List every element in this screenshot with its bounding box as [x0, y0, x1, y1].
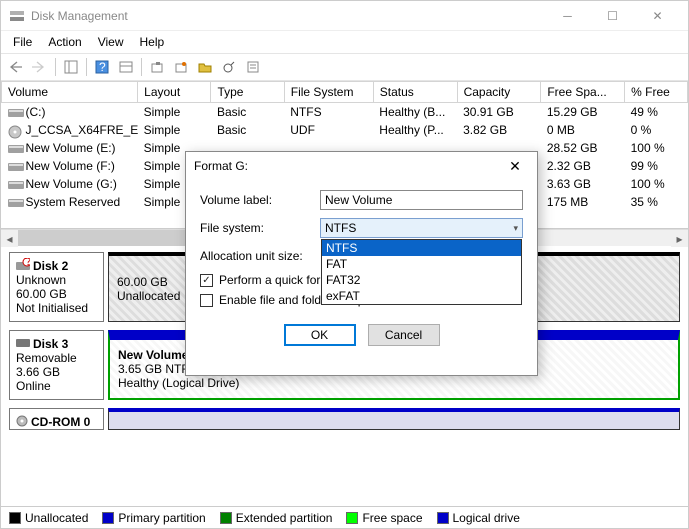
- ok-button[interactable]: OK: [284, 324, 356, 346]
- svg-text:?: ?: [25, 258, 30, 268]
- open-icon[interactable]: [194, 56, 216, 78]
- disk-state: Not Initialised: [16, 301, 97, 315]
- table-row[interactable]: (C:)SimpleBasicNTFSHealthy (B...30.91 GB…: [2, 103, 688, 122]
- disk-info: CD-ROM 0: [9, 408, 104, 430]
- view-icon[interactable]: [115, 56, 137, 78]
- fs-option-ntfs[interactable]: NTFS: [322, 240, 521, 256]
- disk-state: Online: [16, 379, 97, 393]
- cd-icon: [16, 415, 28, 427]
- label-fs: File system:: [200, 221, 320, 235]
- back-button[interactable]: [5, 56, 27, 78]
- scroll-left-button[interactable]: ◂: [1, 230, 18, 247]
- cancel-button[interactable]: Cancel: [368, 324, 440, 346]
- menu-view[interactable]: View: [90, 32, 132, 52]
- compression-checkbox[interactable]: [200, 294, 213, 307]
- label-volume: Volume label:: [200, 193, 320, 207]
- refresh-icon[interactable]: [218, 56, 240, 78]
- toolbar: ?: [1, 53, 688, 81]
- fs-option-fat32[interactable]: FAT32: [322, 272, 521, 288]
- cd-icon: [8, 125, 22, 135]
- format-dialog: Format G: ✕ Volume label: File system: N…: [185, 151, 538, 376]
- titlebar: Disk Management ─ ☐ ✕: [1, 1, 688, 31]
- file-system-select[interactable]: NTFS ▾ NTFS FAT FAT32 exFAT: [320, 218, 523, 238]
- col-free[interactable]: Free Spa...: [541, 82, 625, 103]
- disk-mgmt-icon: [9, 8, 25, 24]
- drive-icon: [8, 143, 22, 153]
- quick-format-checkbox[interactable]: ✓: [200, 274, 213, 287]
- fs-option-fat[interactable]: FAT: [322, 256, 521, 272]
- menu-help[interactable]: Help: [132, 32, 173, 52]
- action2-icon[interactable]: [170, 56, 192, 78]
- disk-type: Unknown: [16, 273, 97, 287]
- disk-size: 3.66 GB: [16, 365, 97, 379]
- col-type[interactable]: Type: [211, 82, 284, 103]
- disk-size: 60.00 GB: [16, 287, 97, 301]
- drive-icon: [16, 337, 30, 349]
- disk-info: Disk 3 Removable 3.66 GB Online: [9, 330, 104, 400]
- disk-name: CD-ROM 0: [31, 415, 90, 429]
- window-title: Disk Management: [31, 9, 545, 23]
- menu-file[interactable]: File: [5, 32, 40, 52]
- forward-button[interactable]: [29, 56, 51, 78]
- drive-icon: [8, 161, 22, 171]
- col-capacity[interactable]: Capacity: [457, 82, 541, 103]
- drive-icon: [8, 179, 22, 189]
- help-icon[interactable]: ?: [91, 56, 113, 78]
- legend: Unallocated Primary partition Extended p…: [1, 506, 688, 528]
- drive-icon: [8, 107, 22, 117]
- properties-icon[interactable]: [242, 56, 264, 78]
- label-alloc: Allocation unit size:: [200, 249, 320, 263]
- dialog-close-button[interactable]: ✕: [501, 158, 529, 175]
- disk-info: ?Disk 2 Unknown 60.00 GB Not Initialised: [9, 252, 104, 322]
- col-layout[interactable]: Layout: [138, 82, 211, 103]
- menubar: File Action View Help: [1, 31, 688, 53]
- disk-row-cdrom[interactable]: CD-ROM 0: [9, 408, 680, 430]
- maximize-button[interactable]: ☐: [590, 1, 635, 31]
- dialog-titlebar: Format G: ✕: [186, 152, 537, 180]
- close-button[interactable]: ✕: [635, 1, 680, 31]
- volume-label-input[interactable]: [320, 190, 523, 210]
- dialog-title: Format G:: [194, 159, 501, 173]
- disk-name: Disk 2: [33, 259, 68, 273]
- show-tree-button[interactable]: [60, 56, 82, 78]
- disk-type: Removable: [16, 351, 97, 365]
- scroll-right-button[interactable]: ▸: [671, 230, 688, 247]
- minimize-button[interactable]: ─: [545, 1, 590, 31]
- menu-action[interactable]: Action: [40, 32, 89, 52]
- fs-option-exfat[interactable]: exFAT: [322, 288, 521, 304]
- col-pct[interactable]: % Free: [625, 82, 688, 103]
- help-overlay-icon: ?: [16, 258, 30, 272]
- action1-icon[interactable]: [146, 56, 168, 78]
- chevron-down-icon: ▾: [513, 223, 518, 234]
- col-fs[interactable]: File System: [284, 82, 373, 103]
- drive-icon: [8, 197, 22, 207]
- file-system-dropdown: NTFS FAT FAT32 exFAT: [321, 239, 522, 305]
- svg-text:?: ?: [99, 60, 106, 74]
- disk-name: Disk 3: [33, 337, 68, 351]
- col-status[interactable]: Status: [373, 82, 457, 103]
- table-row[interactable]: J_CCSA_X64FRE_E...SimpleBasicUDFHealthy …: [2, 121, 688, 139]
- col-volume[interactable]: Volume: [2, 82, 138, 103]
